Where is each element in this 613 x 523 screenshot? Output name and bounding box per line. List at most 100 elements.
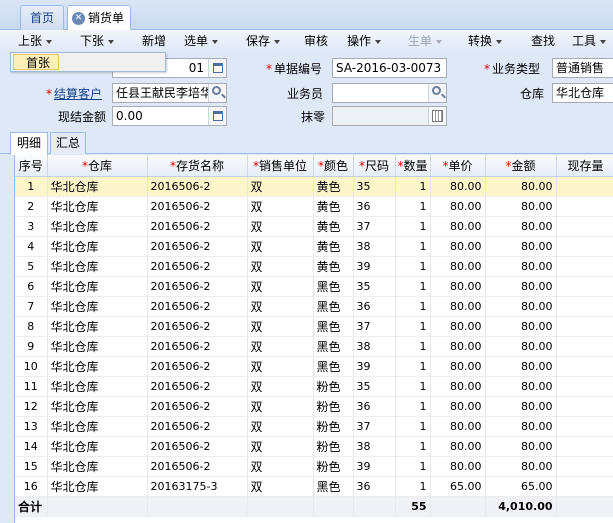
table-cell[interactable]: 2016506-2 — [147, 396, 248, 417]
table-cell[interactable]: 双 — [247, 476, 314, 497]
table-cell[interactable]: 80.00 — [485, 176, 557, 197]
table-cell[interactable]: 黑色 — [313, 356, 354, 377]
table-cell[interactable]: 双 — [247, 316, 314, 337]
table-cell[interactable] — [556, 316, 613, 337]
table-cell[interactable]: 80.00 — [430, 416, 486, 437]
table-cell[interactable]: 粉色 — [313, 436, 354, 457]
table-cell[interactable]: 1 — [395, 276, 431, 297]
column-header-8[interactable]: *金额 — [485, 155, 557, 177]
cash-field[interactable]: 0.00 — [112, 106, 227, 126]
table-cell[interactable]: 16 — [15, 476, 48, 497]
salesman-search-button[interactable] — [428, 84, 446, 102]
table-row[interactable]: 11 华北仓库 2016506-2 双粉色 35 1 80.00 80.00 — [15, 376, 613, 397]
table-cell[interactable]: 80.00 — [430, 256, 486, 277]
table-row[interactable]: 14 华北仓库 2016506-2 双粉色 38 1 80.00 80.00 — [15, 436, 613, 457]
table-cell[interactable]: 37 — [353, 416, 396, 437]
table-cell[interactable]: 1 — [395, 376, 431, 397]
table-cell[interactable]: 6 — [15, 276, 48, 297]
table-row[interactable]: 6 华北仓库 2016506-2 双黑色 35 1 80.00 80.00 — [15, 276, 613, 297]
column-header-2[interactable]: *存货名称 — [147, 155, 248, 177]
toolbar-button-8[interactable]: 转换 — [468, 33, 503, 49]
table-cell[interactable]: 3 — [15, 216, 48, 237]
table-cell[interactable]: 1 — [15, 176, 48, 197]
menu-item-first[interactable]: 首张 — [13, 54, 59, 70]
table-cell[interactable]: 80.00 — [430, 356, 486, 377]
table-cell[interactable]: 华北仓库 — [47, 196, 148, 217]
table-cell[interactable]: 2016506-2 — [147, 236, 248, 257]
close-icon[interactable]: ✕ — [72, 12, 85, 25]
table-cell[interactable]: 80.00 — [430, 456, 486, 477]
table-cell[interactable]: 4 — [15, 236, 48, 257]
table-cell[interactable]: 65.00 — [485, 476, 557, 497]
customer-label[interactable]: * 结算客户 — [46, 86, 102, 102]
table-cell[interactable]: 2016506-2 — [147, 416, 248, 437]
table-cell[interactable]: 80.00 — [485, 196, 557, 217]
table-row[interactable]: 13 华北仓库 2016506-2 双粉色 37 1 80.00 80.00 — [15, 416, 613, 437]
doc-no-field[interactable]: SA-2016-03-0073 — [332, 58, 447, 78]
table-cell[interactable]: 黑色 — [313, 296, 354, 317]
table-cell[interactable]: 20163175-3 — [147, 476, 248, 497]
table-cell[interactable]: 1 — [395, 476, 431, 497]
table-cell[interactable]: 1 — [395, 236, 431, 257]
toolbar-button-10[interactable]: 工具 — [572, 33, 607, 49]
table-row[interactable]: 4 华北仓库 2016506-2 双黄色 38 1 80.00 80.00 — [15, 236, 613, 257]
table-row[interactable]: 9 华北仓库 2016506-2 双黑色 38 1 80.00 80.00 — [15, 336, 613, 357]
column-header-4[interactable]: *颜色 — [313, 155, 354, 177]
table-cell[interactable]: 80.00 — [430, 396, 486, 417]
table-cell[interactable]: 39 — [353, 456, 396, 477]
table-cell[interactable] — [556, 416, 613, 437]
table-cell[interactable]: 1 — [395, 336, 431, 357]
table-cell[interactable]: 36 — [353, 396, 396, 417]
table-cell[interactable]: 华北仓库 — [47, 216, 148, 237]
table-cell[interactable]: 2016506-2 — [147, 256, 248, 277]
table-cell[interactable]: 2016506-2 — [147, 216, 248, 237]
table-cell[interactable]: 80.00 — [430, 316, 486, 337]
discount-field[interactable] — [332, 106, 447, 126]
table-row[interactable]: 12 华北仓库 2016506-2 双粉色 36 1 80.00 80.00 — [15, 396, 613, 417]
table-cell[interactable] — [556, 436, 613, 457]
table-cell[interactable]: 80.00 — [485, 276, 557, 297]
table-cell[interactable]: 2016506-2 — [147, 316, 248, 337]
column-header-9[interactable]: 现存量 — [556, 155, 613, 177]
table-cell[interactable]: 双 — [247, 376, 314, 397]
column-header-3[interactable]: *销售单位 — [247, 155, 314, 177]
table-cell[interactable]: 1 — [395, 216, 431, 237]
table-cell[interactable] — [556, 276, 613, 297]
salesman-field[interactable] — [332, 83, 447, 103]
table-cell[interactable] — [556, 356, 613, 377]
table-cell[interactable]: 39 — [353, 256, 396, 277]
tab-home[interactable]: 首页 — [20, 5, 64, 30]
table-row[interactable]: 1 华北仓库 2016506-2 双黄色 35 1 80.00 80.00 — [15, 176, 613, 197]
table-cell[interactable]: 华北仓库 — [47, 176, 148, 197]
table-cell[interactable]: 36 — [353, 476, 396, 497]
table-cell[interactable]: 华北仓库 — [47, 336, 148, 357]
toolbar-button-9[interactable]: 查找 — [531, 33, 555, 49]
table-cell[interactable]: 华北仓库 — [47, 416, 148, 437]
table-cell[interactable]: 36 — [353, 296, 396, 317]
table-row[interactable]: 5 华北仓库 2016506-2 双黄色 39 1 80.00 80.00 — [15, 256, 613, 277]
table-cell[interactable]: 双 — [247, 216, 314, 237]
table-cell[interactable] — [556, 256, 613, 277]
table-cell[interactable]: 1 — [395, 456, 431, 477]
table-cell[interactable]: 37 — [353, 316, 396, 337]
table-cell[interactable]: 80.00 — [485, 296, 557, 317]
table-cell[interactable]: 双 — [247, 336, 314, 357]
table-cell[interactable]: 2016506-2 — [147, 336, 248, 357]
table-row[interactable]: 8 华北仓库 2016506-2 双黑色 37 1 80.00 80.00 — [15, 316, 613, 337]
warehouse-field[interactable]: 华北仓库 — [552, 83, 613, 103]
table-cell[interactable] — [556, 196, 613, 217]
table-cell[interactable] — [556, 236, 613, 257]
table-cell[interactable]: 80.00 — [430, 296, 486, 317]
table-cell[interactable]: 8 — [15, 316, 48, 337]
table-cell[interactable]: 1 — [395, 416, 431, 437]
table-cell[interactable]: 2016506-2 — [147, 276, 248, 297]
table-cell[interactable]: 粉色 — [313, 396, 354, 417]
table-cell[interactable]: 80.00 — [430, 236, 486, 257]
table-cell[interactable]: 双 — [247, 456, 314, 477]
table-cell[interactable]: 双 — [247, 296, 314, 317]
table-cell[interactable]: 华北仓库 — [47, 396, 148, 417]
table-cell[interactable]: 2016506-2 — [147, 436, 248, 457]
table-cell[interactable] — [556, 336, 613, 357]
table-cell[interactable]: 1 — [395, 256, 431, 277]
table-cell[interactable] — [556, 396, 613, 417]
